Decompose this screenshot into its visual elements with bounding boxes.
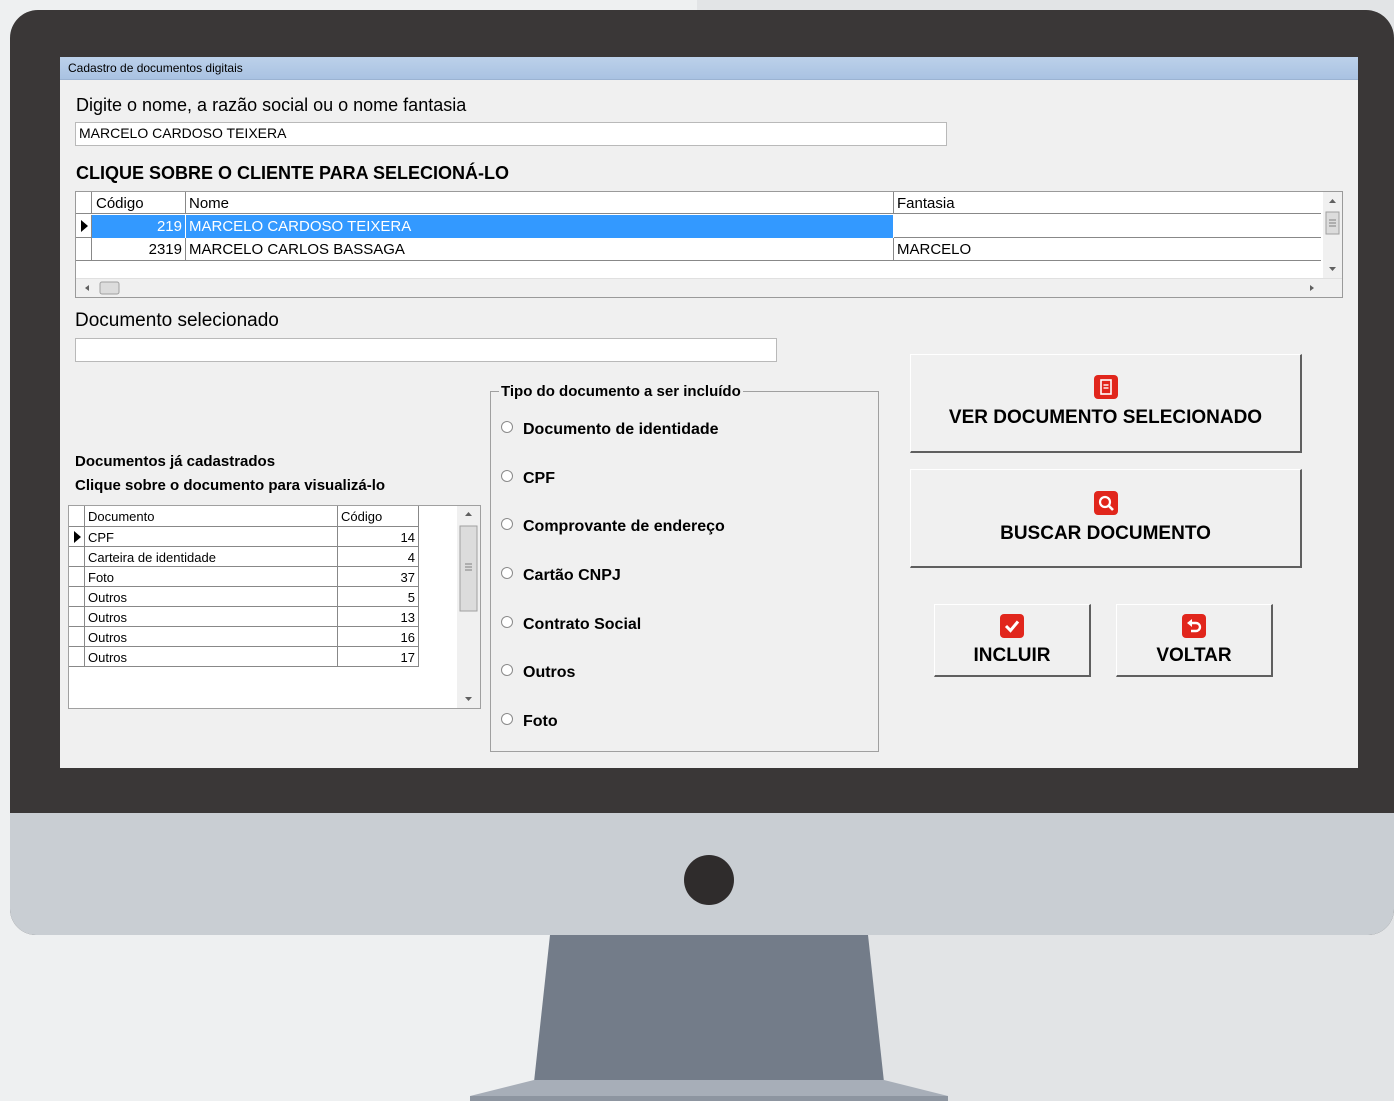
doc-list-subtitle: Clique sobre o documento para visualizá-… bbox=[75, 477, 386, 494]
scroll-arrows-icon bbox=[1325, 199, 1340, 271]
doc-list-grid: Documento Código CPF 14 Carteira de identi… bbox=[68, 505, 481, 709]
app-window: Cadastro de documentos digitais Digite o… bbox=[60, 57, 1358, 768]
radio-foto[interactable]: Foto bbox=[501, 713, 558, 731]
monitor-logo-dot bbox=[684, 855, 734, 905]
col-header-codigo[interactable]: Código bbox=[92, 192, 186, 214]
hscroll-arrows-icon bbox=[85, 281, 1314, 295]
radio-circle-icon bbox=[501, 421, 513, 433]
radio-circle-icon bbox=[501, 616, 513, 628]
return-arrow-icon bbox=[1182, 614, 1206, 638]
row-indicator bbox=[69, 607, 85, 627]
radio-label: Contrato Social bbox=[523, 616, 642, 633]
check-icon bbox=[1000, 614, 1024, 638]
doc-cell-documento[interactable]: Outros bbox=[85, 647, 338, 667]
doc-type-legend: Tipo do documento a ser incluído bbox=[499, 383, 743, 400]
doc-cell-codigo[interactable]: 17 bbox=[338, 647, 419, 667]
radio-circle-icon bbox=[501, 518, 513, 530]
radio-cartao-cnpj[interactable]: Cartão CNPJ bbox=[501, 567, 621, 585]
selected-doc-label: Documento selecionado bbox=[75, 310, 279, 331]
radio-comprovante-endereco[interactable]: Comprovante de endereço bbox=[501, 518, 725, 536]
incluir-label: INCLUIR bbox=[973, 645, 1051, 666]
incluir-button[interactable]: INCLUIR bbox=[934, 604, 1091, 677]
row-indicator bbox=[69, 567, 85, 587]
doc-cell-codigo[interactable]: 16 bbox=[338, 627, 419, 647]
doc-cell-codigo[interactable]: 4 bbox=[338, 547, 419, 567]
doc-cell-documento[interactable]: Outros bbox=[85, 607, 338, 627]
row-pointer-icon bbox=[74, 531, 81, 543]
client-cell-codigo[interactable]: 2319 bbox=[92, 238, 186, 261]
radio-circle-icon bbox=[501, 664, 513, 676]
selected-doc-field[interactable] bbox=[75, 338, 777, 362]
doc-cell-codigo[interactable]: 37 bbox=[338, 567, 419, 587]
row-indicator bbox=[69, 647, 85, 667]
client-grid: Código Nome Fantasia 219 MARCELO CARDOSO… bbox=[75, 191, 1343, 298]
col-header-fantasia[interactable]: Fantasia bbox=[894, 192, 1321, 214]
row-indicator bbox=[69, 547, 85, 567]
doc-cell-codigo[interactable]: 5 bbox=[338, 587, 419, 607]
doc-col-header-codigo[interactable]: Código bbox=[338, 506, 419, 527]
row-indicator bbox=[76, 215, 92, 238]
row-indicator bbox=[69, 587, 85, 607]
document-icon bbox=[1093, 375, 1118, 399]
doc-list-title: Documentos já cadastrados bbox=[75, 453, 276, 470]
view-document-label: VER DOCUMENTO SELECIONADO bbox=[948, 407, 1263, 428]
doc-list-vscrollbar[interactable] bbox=[457, 506, 480, 708]
radio-label: Comprovante de endereço bbox=[523, 518, 725, 535]
client-grid-vscrollbar[interactable] bbox=[1323, 192, 1342, 278]
radio-circle-icon bbox=[501, 567, 513, 579]
doc-cell-documento[interactable]: Foto bbox=[85, 567, 338, 587]
radio-label: Cartão CNPJ bbox=[523, 567, 621, 584]
search-document-button[interactable]: BUSCAR DOCUMENTO bbox=[910, 469, 1302, 568]
radio-circle-icon bbox=[501, 470, 513, 482]
row-indicator bbox=[69, 527, 85, 547]
radio-circle-icon bbox=[501, 713, 513, 725]
radio-label: Outros bbox=[523, 664, 576, 681]
voltar-button[interactable]: VOLTAR bbox=[1116, 604, 1273, 677]
client-grid-hscrollbar[interactable] bbox=[76, 278, 1342, 297]
radio-label: CPF bbox=[523, 470, 555, 487]
search-document-label: BUSCAR DOCUMENTO bbox=[1000, 523, 1211, 544]
doc-cell-codigo[interactable]: 14 bbox=[338, 527, 419, 547]
search-icon bbox=[1093, 491, 1118, 515]
row-indicator bbox=[69, 627, 85, 647]
radio-contrato-social[interactable]: Contrato Social bbox=[501, 616, 641, 634]
radio-outros[interactable]: Outros bbox=[501, 664, 575, 682]
window-titlebar: Cadastro de documentos digitais bbox=[60, 57, 1358, 80]
col-header-nome[interactable]: Nome bbox=[186, 192, 894, 214]
radio-cpf[interactable]: CPF bbox=[501, 470, 555, 488]
row-indicator bbox=[76, 238, 92, 261]
voltar-label: VOLTAR bbox=[1156, 645, 1232, 666]
doc-cell-documento[interactable]: Carteira de identidade bbox=[85, 547, 338, 567]
radio-label: Foto bbox=[523, 713, 558, 730]
header-indicator-cell bbox=[69, 506, 85, 527]
search-label: Digite o nome, a razão social ou o nome … bbox=[76, 95, 467, 115]
window-title: Cadastro de documentos digitais bbox=[68, 61, 243, 75]
client-cell-fantasia[interactable]: MARCELO bbox=[894, 238, 1321, 261]
client-cell-fantasia[interactable] bbox=[894, 215, 1321, 238]
view-document-button[interactable]: VER DOCUMENTO SELECIONADO bbox=[910, 354, 1302, 453]
doc-col-header-documento[interactable]: Documento bbox=[85, 506, 338, 527]
radio-documento-identidade[interactable]: Documento de identidade bbox=[501, 421, 719, 439]
client-grid-heading: CLIQUE SOBRE O CLIENTE PARA SELECIONÁ-LO bbox=[76, 163, 510, 183]
search-input[interactable]: MARCELO CARDOSO TEIXERA bbox=[75, 122, 947, 146]
radio-label: Documento de identidade bbox=[523, 421, 719, 438]
doc-type-groupbox: Tipo do documento a ser incluído Documen… bbox=[490, 383, 879, 752]
search-input-value: MARCELO CARDOSO TEIXERA bbox=[79, 125, 287, 141]
client-cell-codigo[interactable]: 219 bbox=[92, 215, 186, 238]
row-pointer-icon bbox=[81, 220, 88, 232]
doc-cell-codigo[interactable]: 13 bbox=[338, 607, 419, 627]
doc-cell-documento[interactable]: Outros bbox=[85, 627, 338, 647]
doc-cell-documento[interactable]: Outros bbox=[85, 587, 338, 607]
doc-cell-documento[interactable]: CPF bbox=[85, 527, 338, 547]
header-indicator-cell bbox=[76, 192, 92, 214]
scroll-arrows-icon bbox=[459, 512, 478, 701]
client-cell-nome[interactable]: MARCELO CARDOSO TEIXERA bbox=[186, 215, 894, 238]
client-cell-nome[interactable]: MARCELO CARLOS BASSAGA bbox=[186, 238, 894, 261]
